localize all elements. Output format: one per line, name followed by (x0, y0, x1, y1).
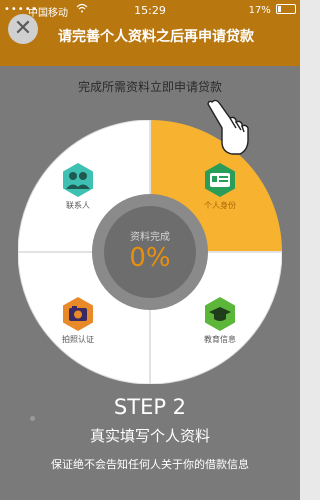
close-button[interactable]: ✕ (8, 14, 38, 44)
segment-education-label: 教育信息 (204, 335, 236, 344)
segment-contacts-label: 联系人 (66, 201, 90, 210)
step-description: 真实填写个人资料 (89, 427, 210, 445)
progress-value: 0% (129, 243, 171, 273)
page-title: 请完善个人资料之后再申请贷款 (58, 29, 254, 45)
contacts-icon (63, 163, 93, 197)
step-note: 保证绝不会告知任何人关于你的借款信息 (51, 458, 249, 471)
progress-title: 资料完成 (130, 232, 170, 243)
status-bar: ••••• 中国移动 15:29 17% (0, 0, 300, 20)
graduation-cap-icon (205, 297, 235, 331)
camera-icon (63, 297, 93, 331)
battery-percent: 17% (248, 5, 271, 16)
segment-id-button[interactable] (202, 162, 238, 198)
segment-photo-label: 拍照认证 (62, 335, 94, 344)
battery-status: 17% (249, 4, 296, 16)
segment-contacts-button[interactable] (60, 162, 96, 198)
close-icon: ✕ (13, 16, 33, 41)
step-title: STEP 2 (113, 395, 187, 419)
id-card-icon (205, 163, 235, 197)
segment-photo-button[interactable] (60, 296, 96, 332)
battery-icon (276, 4, 296, 14)
subtitle: 完成所需资料立即申请贷款 (77, 80, 222, 94)
segment-id-label: 个人身份 (204, 201, 236, 210)
segment-education-button[interactable] (202, 296, 238, 332)
pointing-hand-icon (207, 99, 249, 155)
app-header: 请完善个人资料之后再申请贷款 (0, 20, 300, 66)
